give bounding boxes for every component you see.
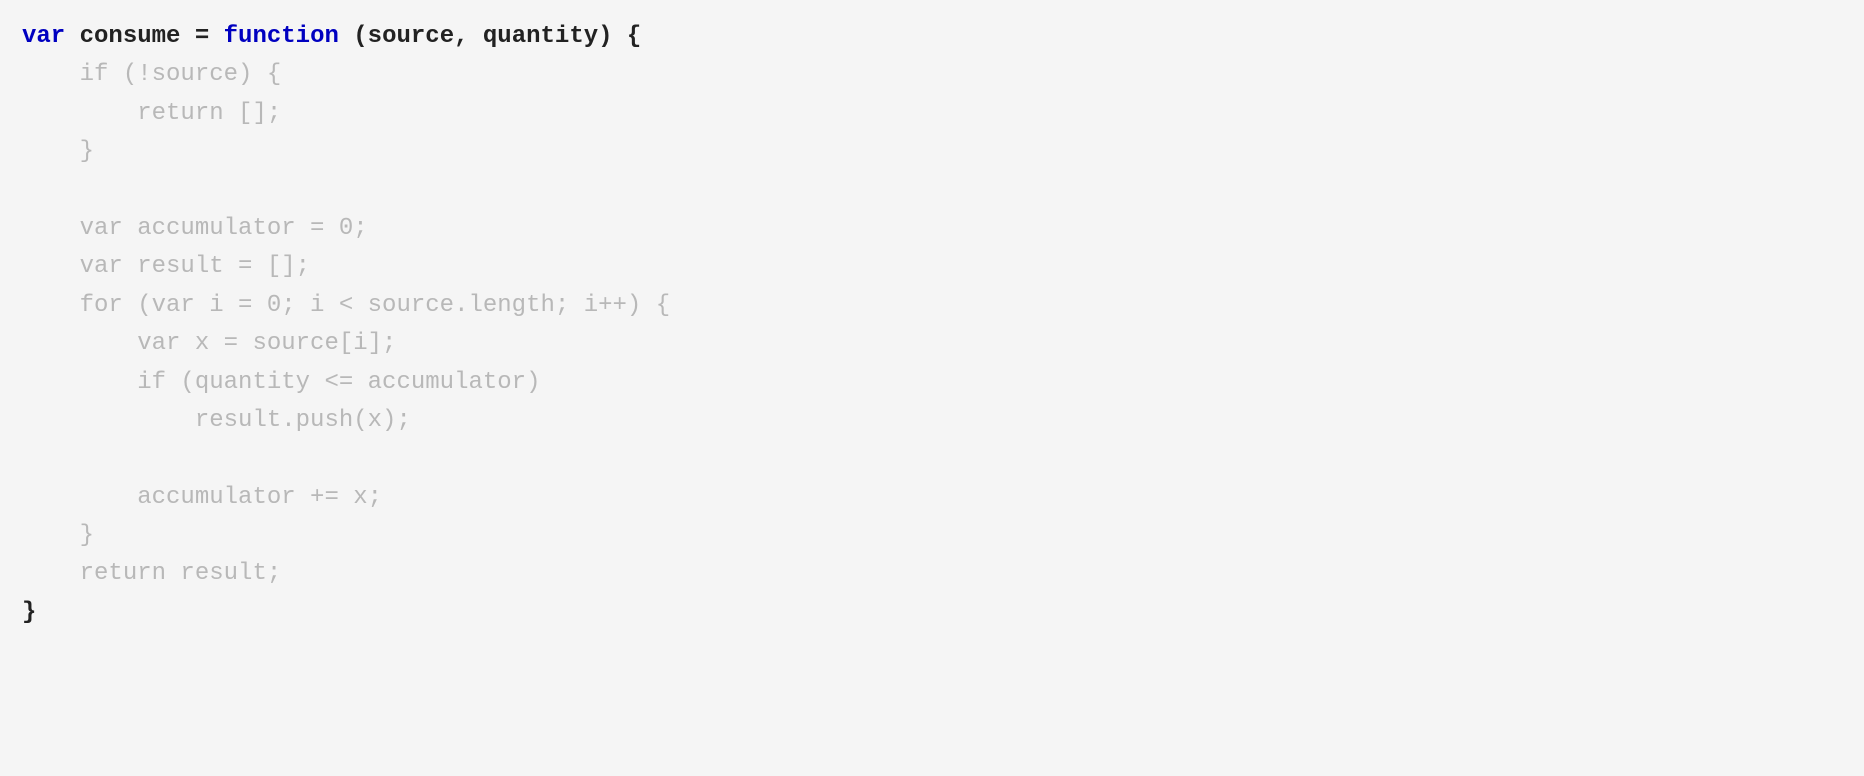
decl-rest: (source, quantity) {	[339, 23, 641, 50]
code-line: }	[22, 599, 36, 626]
code-line: var result = [];	[22, 253, 310, 280]
code-line: }	[22, 522, 94, 549]
code-line: accumulator += x;	[22, 484, 382, 511]
code-line: if (quantity <= accumulator)	[22, 369, 540, 396]
code-block: var consume = function (source, quantity…	[0, 0, 1864, 650]
code-line: return [];	[22, 100, 281, 127]
code-line: return result;	[22, 560, 281, 587]
keyword-var: var	[22, 23, 65, 50]
code-line: var accumulator = 0;	[22, 215, 368, 242]
code-line: if (!source) {	[22, 61, 281, 88]
code-line: for (var i = 0; i < source.length; i++) …	[22, 292, 670, 319]
keyword-function: function	[224, 23, 339, 50]
code-line: }	[22, 138, 94, 165]
code-line: var x = source[i];	[22, 330, 396, 357]
code-line: result.push(x);	[22, 407, 411, 434]
decl-mid: consume =	[65, 23, 223, 50]
